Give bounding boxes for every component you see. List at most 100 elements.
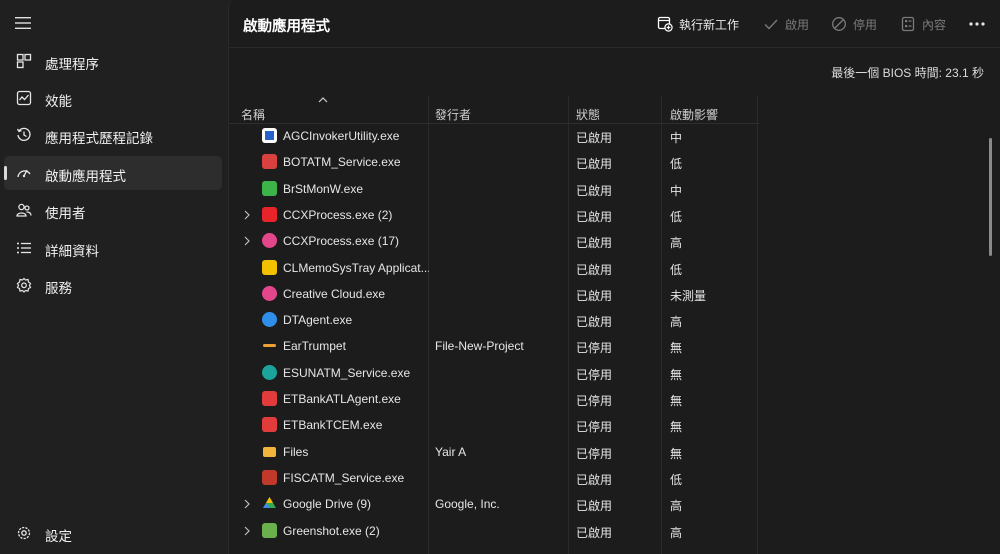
cell-impact: 無	[670, 341, 683, 356]
cell-status: 已停用	[576, 420, 613, 435]
checkmark-icon	[764, 19, 778, 30]
cell-status: 已啟用	[576, 236, 613, 251]
cell-status: 已啟用	[576, 131, 613, 145]
cell-impact: 高	[670, 236, 683, 251]
sidebar-item-label: 處理程序	[45, 57, 99, 72]
cell-impact: 高	[670, 315, 683, 330]
cell-status: 已停用	[576, 446, 613, 461]
cell-status: 已停用	[576, 394, 613, 408]
esun-bank-icon	[262, 364, 277, 380]
main-panel: 啟動應用程式 執行新工作 啟用 停用 內容 最後一個 BIOS 時間: 23.1…	[228, 0, 1000, 554]
enable-label: 啟用	[785, 17, 810, 32]
cell-status: 已啟用	[576, 525, 613, 540]
adobe-cc-red-icon	[262, 206, 277, 222]
bot-bank-icon	[262, 154, 277, 170]
column-header-status[interactable]: 狀態	[576, 106, 600, 123]
dtagent-icon	[262, 312, 277, 328]
users-icon	[16, 203, 32, 217]
cell-publisher: Yair A	[435, 444, 467, 459]
cell-name: ETBankTCEM.exe	[283, 418, 383, 433]
disable-button[interactable]: 停用	[831, 14, 877, 34]
sidebar-item-users[interactable]: 使用者	[4, 193, 222, 227]
sidebar-item-details[interactable]: 詳細資料	[4, 231, 222, 265]
sidebar-item-app-history[interactable]: 應用程式歷程記錄	[4, 118, 222, 152]
cell-impact: 低	[670, 262, 683, 277]
cell-publisher: Google, Inc.	[435, 497, 500, 512]
cell-impact: 低	[670, 209, 683, 224]
properties-icon	[901, 16, 915, 32]
table-row[interactable]: Google Drive (9) Google, Inc. 已啟用 高	[229, 491, 979, 517]
sidebar-item-processes[interactable]: 處理程序	[4, 44, 222, 78]
cell-name: BOTATM_Service.exe	[283, 155, 401, 170]
eartrumpet-icon	[262, 338, 277, 353]
table-row[interactable]: ETBankATLAgent.exe 已停用 無	[229, 386, 979, 412]
column-header-impact[interactable]: 啟動影響	[670, 106, 718, 123]
chevron-right-icon[interactable]	[243, 210, 251, 220]
table-row[interactable]: BOTATM_Service.exe 已啟用 低	[229, 149, 979, 175]
etbank-icon	[262, 417, 277, 433]
cell-name: Files	[283, 444, 309, 459]
table-row[interactable]: CCXProcess.exe (17) 已啟用 高	[229, 228, 979, 254]
blue-window-icon	[262, 128, 277, 143]
cell-name: FISCATM_Service.exe	[283, 470, 405, 485]
etbank-icon	[262, 391, 277, 406]
table-row[interactable]: CCXProcess.exe (2) 已啟用 低	[229, 202, 979, 228]
column-header-publisher[interactable]: 發行者	[435, 106, 471, 123]
table-row[interactable]: Creative Cloud.exe 已啟用 未測量	[229, 281, 979, 307]
cell-impact: 高	[670, 499, 683, 514]
cell-status: 已停用	[576, 341, 613, 356]
properties-label: 內容	[922, 17, 947, 32]
column-header-name[interactable]: 名稱	[241, 106, 265, 123]
cell-status: 已啟用	[576, 209, 613, 224]
sidebar-item-label: 設定	[45, 529, 72, 544]
cell-impact: 無	[670, 420, 683, 435]
cell-name: Greenshot.exe (2)	[283, 523, 380, 538]
performance-icon	[16, 90, 32, 106]
cell-status: 已啟用	[576, 262, 613, 277]
sidebar: 處理程序 效能 應用程式歷程記錄 啟動應用程式 使用者 詳細資料 服務 設定	[0, 0, 228, 554]
run-task-icon	[657, 16, 673, 32]
sidebar-item-startup-apps[interactable]: 啟動應用程式	[4, 156, 222, 190]
cell-status: 已啟用	[576, 315, 613, 330]
cell-name: DTAgent.exe	[283, 313, 353, 328]
table-row[interactable]: Files Yair A 已停用 無	[229, 439, 979, 465]
clmemo-icon	[262, 259, 277, 275]
run-new-task-button[interactable]: 執行新工作	[657, 14, 739, 34]
sidebar-item-settings[interactable]: 設定	[4, 516, 222, 550]
cell-name: Google Drive (9)	[283, 497, 372, 512]
cell-name: EarTrumpet	[283, 339, 346, 354]
run-new-task-label: 執行新工作	[679, 17, 740, 32]
hamburger-menu-icon[interactable]	[14, 14, 32, 32]
cell-impact: 無	[670, 367, 683, 382]
table-row[interactable]: CLMemoSysTray Applicat... 已啟用 低	[229, 255, 979, 281]
table-row[interactable]: ESUNATM_Service.exe 已停用 無	[229, 360, 979, 386]
cell-name: CCXProcess.exe (17)	[283, 234, 400, 249]
page-title: 啟動應用程式	[243, 19, 330, 35]
cell-impact: 中	[670, 131, 683, 145]
startup-icon	[17, 169, 31, 178]
cell-impact: 未測量	[670, 288, 707, 303]
cell-name: CLMemoSysTray Applicat...	[283, 260, 429, 275]
table-row[interactable]: EarTrumpet File-New-Project 已停用 無	[229, 333, 979, 359]
toolbar: 啟動應用程式 執行新工作 啟用 停用 內容	[229, 0, 1000, 48]
chevron-right-icon[interactable]	[243, 499, 251, 509]
chevron-right-icon[interactable]	[243, 526, 251, 536]
table-row[interactable]: BrStMonW.exe 已啟用 中	[229, 176, 979, 202]
vertical-scrollbar[interactable]	[989, 138, 992, 256]
table-row[interactable]: FISCATM_Service.exe 已啟用 低	[229, 465, 979, 491]
cell-publisher: File-New-Project	[435, 339, 524, 354]
table-row[interactable]: ETBankTCEM.exe 已停用 無	[229, 412, 979, 438]
properties-button[interactable]: 內容	[900, 14, 946, 34]
chevron-right-icon[interactable]	[243, 236, 251, 246]
cell-name: AGCInvokerUtility.exe	[283, 129, 400, 143]
enable-button[interactable]: 啟用	[763, 14, 809, 34]
cell-name: Creative Cloud.exe	[283, 286, 386, 301]
sidebar-item-label: 服務	[45, 281, 72, 296]
table-row[interactable]: Greenshot.exe (2) 已啟用 高	[229, 518, 979, 544]
sidebar-item-performance[interactable]: 效能	[4, 81, 222, 115]
cell-impact: 無	[670, 446, 683, 461]
table-row[interactable]: DTAgent.exe 已啟用 高	[229, 307, 979, 333]
more-options-icon[interactable]	[967, 14, 987, 34]
sidebar-item-services[interactable]: 服務	[4, 268, 222, 302]
table-row[interactable]: AGCInvokerUtility.exe 已啟用 中	[229, 123, 979, 149]
